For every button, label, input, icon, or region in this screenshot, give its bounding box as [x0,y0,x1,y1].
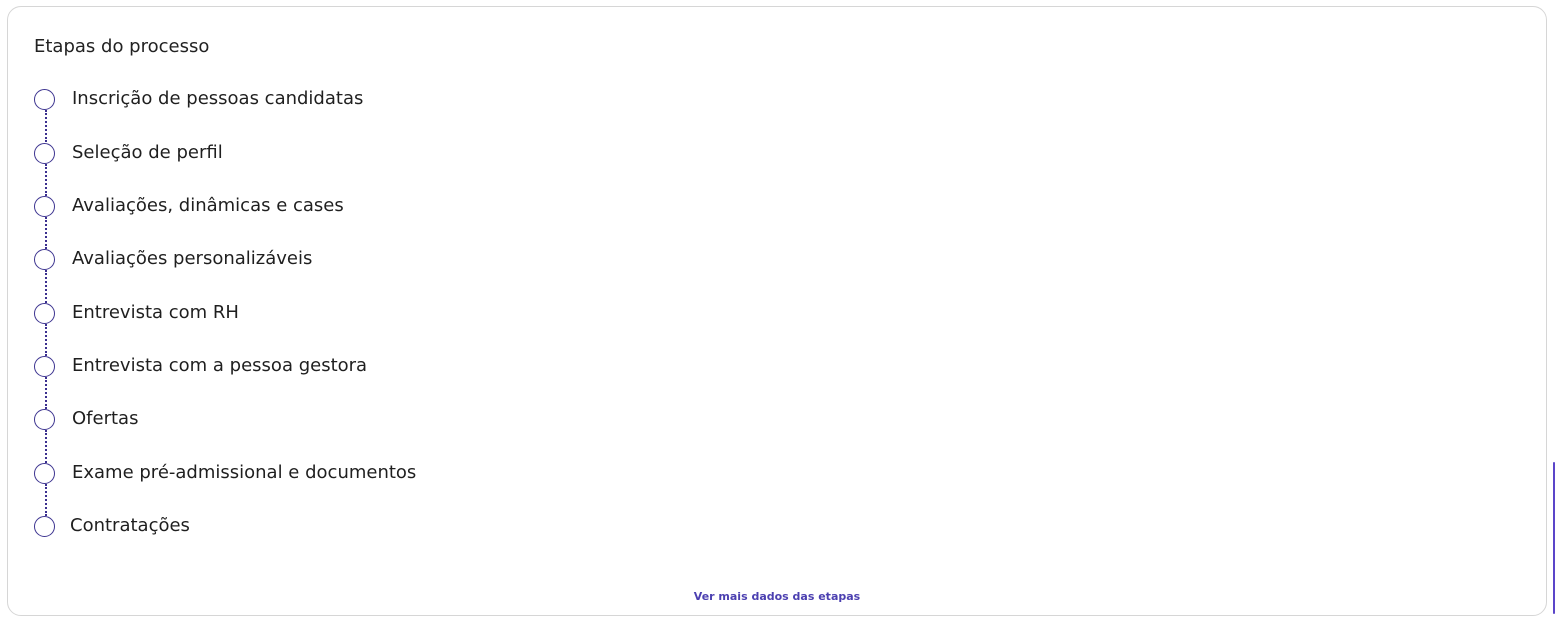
process-steps-card: Etapas do processo Inscrição de pessoas … [7,6,1547,616]
step-label: Inscrição de pessoas candidatas [72,88,364,109]
step-label: Entrevista com a pessoa gestora [72,355,368,376]
timeline-connector [45,217,47,249]
timeline-connector [45,270,47,303]
timeline-connector [45,324,47,356]
step-item: Avaliações personalizáveis [34,247,312,271]
timeline-connector [45,430,47,463]
step-circle-icon [34,408,55,430]
step-item: Inscrição de pessoas candidatas [34,87,363,111]
timeline-connector [45,377,47,409]
step-circle-icon [34,462,55,484]
timeline-connector [45,110,47,142]
step-circle-icon [34,88,55,110]
scrollbar-thumb[interactable] [1553,462,1555,614]
step-circle-icon [34,142,55,164]
see-more-steps-link[interactable]: Ver mais dados das etapas [8,590,1546,603]
step-item: Avaliações, dinâmicas e cases [34,194,344,218]
timeline-connector [45,484,47,516]
step-item: Exame pré-admissional e documentos [34,461,416,485]
timeline-connector [45,164,47,196]
step-item: Contratações [34,514,190,538]
step-label: Exame pré-admissional e documentos [72,462,417,483]
step-item: Seleção de perfil [34,141,223,165]
step-label: Entrevista com RH [72,302,239,323]
step-label: Ofertas [72,408,139,429]
step-circle-icon [34,248,55,270]
step-circle-icon [34,355,55,377]
step-circle-icon [34,515,55,537]
step-label: Avaliações, dinâmicas e cases [72,195,344,216]
step-item: Entrevista com a pessoa gestora [34,354,367,378]
step-circle-icon [34,302,55,324]
step-item: Entrevista com RH [34,301,239,325]
step-label: Avaliações personalizáveis [72,248,313,269]
steps-timeline: Inscrição de pessoas candidatas Seleção … [8,7,1546,615]
step-circle-icon [34,195,55,217]
step-label: Seleção de perfil [72,142,223,163]
step-label: Contratações [70,515,190,536]
step-item: Ofertas [34,407,138,431]
